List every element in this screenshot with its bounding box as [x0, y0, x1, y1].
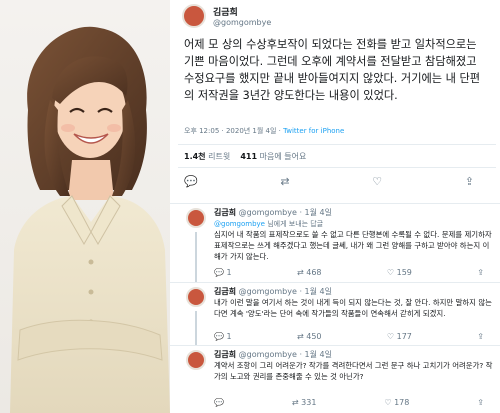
retweet-icon[interactable]: ⇄ [280, 175, 289, 188]
share-icon[interactable]: ⇪ [465, 175, 474, 188]
retweet-button[interactable]: ⇄ 450 [297, 332, 322, 341]
main-tweet-actions: 💬 ⇄ ♡ ⇪ [184, 175, 474, 188]
like-count: 177 [396, 332, 412, 341]
like-count: 178 [394, 398, 410, 407]
reply-button[interactable]: 💬 1 [214, 332, 232, 341]
avatar[interactable] [182, 4, 206, 28]
reply-button[interactable]: 💬 [214, 398, 224, 407]
reply-text: 계약서 조항이 그리 어려운가? 작가를 격려한다면서 그런 문구 하나 고치기… [214, 361, 493, 381]
like-icon: ♡ [386, 332, 395, 341]
share-icon: ⇪ [477, 398, 484, 407]
display-name[interactable]: 김금희 [214, 350, 236, 359]
portrait-illustration [10, 26, 170, 413]
reply-header: 김금희 @gomgombye · 1월 4일 [214, 286, 332, 297]
retweet-button[interactable]: ⇄ 468 [297, 268, 322, 277]
reply-tweet[interactable]: 김금희 @gomgombye · 1월 4일 내가 이런 말을 여기서 하는 것… [170, 282, 500, 345]
display-name[interactable]: 김금희 [214, 208, 236, 217]
reply-date[interactable]: · 1월 4일 [299, 287, 332, 296]
tweet-timestamp[interactable]: 오후 12:05 · 2020년 1월 4일 · [184, 127, 283, 135]
reply-header: 김금희 @gomgombye · 1월 4일 [214, 349, 332, 360]
reply-count: 1 [226, 332, 232, 341]
like-button[interactable]: ♡ 178 [384, 398, 409, 407]
share-icon: ⇪ [477, 268, 484, 277]
reply-icon[interactable]: 💬 [184, 175, 198, 188]
like-icon: ♡ [386, 268, 395, 277]
display-name[interactable]: 김금희 [214, 287, 236, 296]
avatar[interactable] [186, 208, 206, 228]
tweet-source[interactable]: Twitter for iPhone [283, 127, 344, 135]
share-icon: ⇪ [477, 332, 484, 341]
retweet-icon: ⇄ [296, 332, 304, 341]
reply-tweet[interactable]: 김금희 @gomgombye · 1월 4일 계약서 조항이 그리 어려운가? … [170, 345, 500, 413]
user-handle[interactable]: @gomgombye [239, 208, 297, 217]
author-photo [0, 0, 170, 413]
retweet-icon: ⇄ [296, 268, 304, 277]
display-name[interactable]: 김금희 [213, 5, 271, 18]
share-button[interactable]: ⇪ [477, 398, 484, 407]
reply-actions: 💬 1 ⇄ 468 ♡ 159 ⇪ [214, 268, 484, 277]
share-button[interactable]: ⇪ [477, 332, 484, 341]
divider [178, 144, 496, 145]
divider [178, 167, 496, 168]
reply-icon: 💬 [214, 332, 224, 341]
like-label[interactable]: 마음에 들어요 [260, 152, 307, 161]
like-icon[interactable]: ♡ [372, 175, 382, 188]
reply-date[interactable]: · 1월 4일 [299, 350, 332, 359]
retweet-button[interactable]: ⇄ 331 [292, 398, 317, 407]
reply-to-line: @gomgombye 님에게 보내는 답글 [214, 219, 323, 229]
share-button[interactable]: ⇪ [477, 268, 484, 277]
reply-text: 심지어 내 작품의 표제작으로도 쓸 수 없고 다른 단행본에 수록될 수 없다… [214, 230, 492, 261]
avatar[interactable] [186, 350, 206, 370]
thread-connector [195, 311, 197, 345]
retweet-count: 468 [306, 268, 322, 277]
reply-to-suffix: 님에게 보내는 답글 [264, 220, 324, 228]
reply-button[interactable]: 💬 1 [214, 268, 232, 277]
retweet-count: 450 [306, 332, 322, 341]
reply-actions: 💬 1 ⇄ 450 ♡ 177 ⇪ [214, 332, 484, 341]
user-handle[interactable]: @gomgombye [213, 18, 271, 27]
like-count[interactable]: 411 [240, 152, 257, 161]
reply-icon: 💬 [214, 398, 224, 407]
like-count: 159 [396, 268, 412, 277]
avatar[interactable] [186, 287, 206, 307]
reply-actions: 💬 ⇄ 331 ♡ 178 ⇪ [214, 398, 484, 407]
tweet-thread: 김금희 @gomgombye 어제 모 상의 수상후보작이 되었다는 전화를 받… [170, 0, 500, 413]
reply-text: 내가 이런 말을 여기서 하는 것이 내게 득이 되지 않는다는 것, 잘 안다… [214, 298, 492, 318]
reply-header: 김금희 @gomgombye · 1월 4일 [214, 207, 332, 218]
thread-connector [195, 232, 197, 282]
reply-date[interactable]: · 1월 4일 [299, 208, 332, 217]
retweet-count: 331 [301, 398, 317, 407]
reply-icon: 💬 [214, 268, 224, 277]
tweet-stats: 1.4천 리트윗 411 마음에 들어요 [184, 151, 306, 162]
retweet-count[interactable]: 1.4천 [184, 152, 206, 161]
main-tweet-header: 김금희 @gomgombye [182, 4, 271, 28]
retweet-icon: ⇄ [291, 398, 299, 407]
like-icon: ♡ [384, 398, 392, 407]
main-tweet-text: 어제 모 상의 수상후보작이 되었다는 전화를 받고 일차적으로는 기쁜 마음이… [184, 38, 481, 102]
reply-count: 1 [226, 268, 232, 277]
retweet-label[interactable]: 리트윗 [208, 152, 230, 161]
user-handle[interactable]: @gomgombye [239, 287, 297, 296]
reply-tweet[interactable]: 김금희 @gomgombye · 1월 4일 @gomgombye 님에게 보내… [170, 203, 500, 282]
user-handle[interactable]: @gomgombye [239, 350, 297, 359]
like-button[interactable]: ♡ 177 [387, 332, 412, 341]
reply-to-handle[interactable]: @gomgombye [214, 220, 265, 228]
like-button[interactable]: ♡ 159 [387, 268, 412, 277]
tweet-meta: 오후 12:05 · 2020년 1월 4일 · Twitter for iPh… [184, 126, 344, 136]
